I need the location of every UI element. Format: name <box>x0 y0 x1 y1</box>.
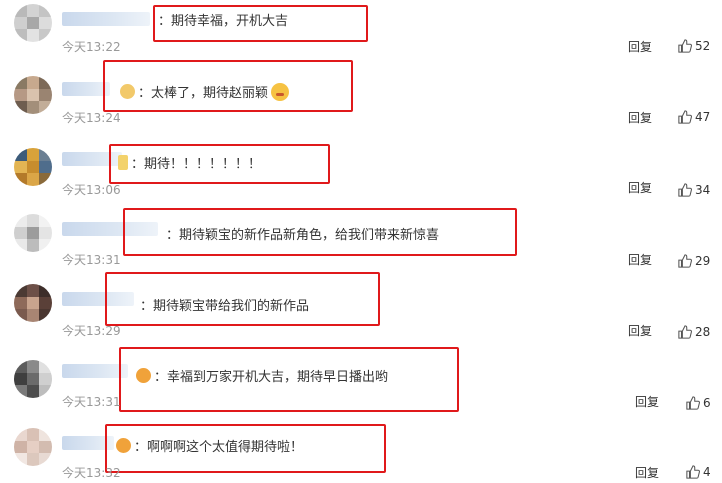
username[interactable] <box>62 292 134 306</box>
comment-item: ：期待！！！！！！！ 今天13:06 回复 34 <box>0 140 722 210</box>
comment-text: ：期待颖宝带给我们的新作品 <box>140 295 309 314</box>
thumbs-up-icon <box>678 254 692 268</box>
timestamp: 今天13:06 <box>62 183 121 197</box>
like-button[interactable]: 34 <box>678 183 710 197</box>
comment-text: ：太棒了，期待赵丽颖 <box>120 82 290 101</box>
reply-button[interactable]: 回复 <box>628 251 652 268</box>
like-button[interactable]: 6 <box>686 396 711 410</box>
username[interactable] <box>62 436 114 450</box>
like-count: 34 <box>695 183 711 197</box>
avatar[interactable] <box>14 214 52 252</box>
emoji-icon <box>116 438 131 453</box>
like-button[interactable]: 28 <box>678 325 710 339</box>
username[interactable] <box>62 364 128 378</box>
avatar[interactable] <box>14 76 52 114</box>
reply-button[interactable]: 回复 <box>628 322 652 339</box>
like-button[interactable]: 47 <box>678 110 710 124</box>
thumbs-up-icon <box>678 183 692 197</box>
like-button[interactable]: 52 <box>678 39 710 53</box>
thumbs-up-icon <box>678 39 692 53</box>
like-count: 52 <box>695 39 711 53</box>
avatar[interactable] <box>14 148 52 186</box>
like-count: 29 <box>695 254 711 268</box>
avatar[interactable] <box>14 428 52 466</box>
comment-item: ：期待颖宝的新作品新角色，给我们带来新惊喜 今天13:31 回复 29 <box>0 208 722 280</box>
thumbs-up-icon <box>686 396 700 410</box>
thumbs-up-icon <box>678 325 692 339</box>
username[interactable] <box>62 222 158 236</box>
reply-button[interactable]: 回复 <box>635 464 659 481</box>
emoji-icon <box>271 82 290 101</box>
avatar[interactable] <box>14 360 52 398</box>
comment-item: ：幸福到万家开机大吉，期待早日播出哟 今天13:31 回复 6 <box>0 347 722 420</box>
timestamp: 今天13:31 <box>62 395 121 409</box>
avatar[interactable] <box>14 4 52 42</box>
timestamp: 今天13:22 <box>62 40 121 54</box>
comment-text-content: ：啊啊啊这个太值得期待啦！ <box>134 440 304 455</box>
comment-item: ：期待幸福，开机大吉 今天13:22 回复 52 <box>0 0 722 70</box>
comment-text-content: ：期待！！！！！！！ <box>131 157 262 172</box>
username[interactable] <box>62 152 122 166</box>
comment-text-content: ：期待幸福，开机大吉 <box>158 14 289 29</box>
reply-button[interactable]: 回复 <box>628 109 652 126</box>
emoji-icon <box>118 155 128 170</box>
comment-text-content: ：期待颖宝的新作品新角色，给我们带来新惊喜 <box>166 228 440 243</box>
like-button[interactable]: 4 <box>686 465 711 479</box>
reply-button[interactable]: 回复 <box>635 393 659 410</box>
thumbs-up-icon <box>678 110 692 124</box>
comment-text: ：期待幸福，开机大吉 <box>158 10 288 29</box>
thumbs-up-icon <box>686 465 700 479</box>
like-count: 4 <box>703 465 711 479</box>
reply-button[interactable]: 回复 <box>628 179 652 196</box>
timestamp: 今天13:24 <box>62 111 121 125</box>
emoji-icon <box>136 368 151 383</box>
timestamp: 今天13:29 <box>62 324 121 338</box>
comment-text-content: ：太棒了，期待赵丽颖 <box>138 86 269 101</box>
comment-item: ：太棒了，期待赵丽颖 今天13:24 回复 47 <box>0 60 722 140</box>
username[interactable] <box>62 12 150 26</box>
comment-text-content: ：期待颖宝带给我们的新作品 <box>140 299 310 314</box>
like-count: 28 <box>695 325 711 339</box>
comment-text: ：期待颖宝的新作品新角色，给我们带来新惊喜 <box>166 224 439 243</box>
comment-text: ：啊啊啊这个太值得期待啦！ <box>116 436 303 455</box>
like-count: 6 <box>703 396 711 410</box>
timestamp: 今天13:32 <box>62 466 121 480</box>
emoji-icon <box>120 84 135 99</box>
comment-item: ：啊啊啊这个太值得期待啦！ 今天13:32 回复 4 <box>0 420 722 483</box>
comment-text: ：期待！！！！！！！ <box>118 153 261 172</box>
reply-button[interactable]: 回复 <box>628 38 652 55</box>
avatar[interactable] <box>14 284 52 322</box>
comment-text-content: ：幸福到万家开机大吉，期待早日播出哟 <box>154 370 389 385</box>
like-button[interactable]: 29 <box>678 254 710 268</box>
username[interactable] <box>62 82 110 96</box>
comment-text: ：幸福到万家开机大吉，期待早日播出哟 <box>136 366 388 385</box>
timestamp: 今天13:31 <box>62 253 121 267</box>
like-count: 47 <box>695 110 711 124</box>
comment-item: ：期待颖宝带给我们的新作品 今天13:29 回复 28 <box>0 272 722 350</box>
